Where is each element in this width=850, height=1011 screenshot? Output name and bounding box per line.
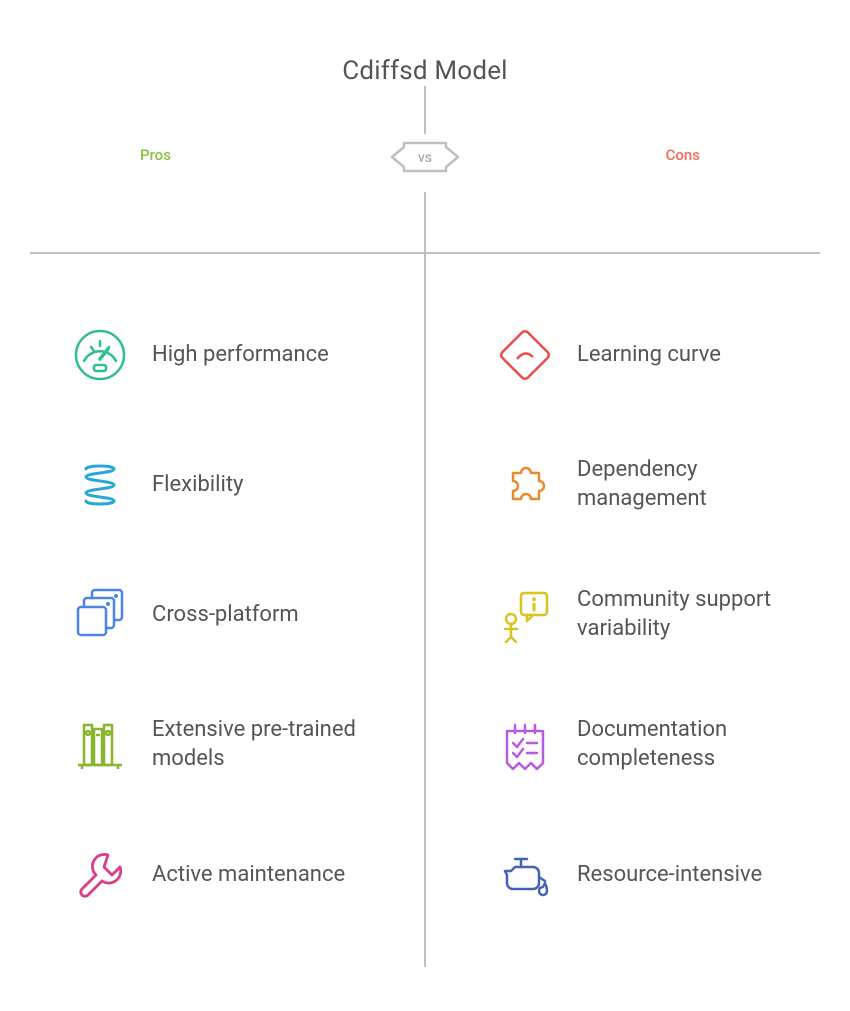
con-item: Dependency management	[495, 420, 810, 550]
windows-icon	[70, 585, 130, 645]
top-connector	[424, 86, 426, 134]
pro-label: Extensive pre-trained models	[152, 716, 382, 773]
pro-item: Flexibility	[70, 420, 385, 550]
con-label: Learning curve	[577, 341, 721, 370]
con-label: Documentation completeness	[577, 716, 807, 773]
pro-label: Flexibility	[152, 471, 243, 500]
cons-header: Cons	[666, 146, 700, 164]
con-label: Community support variability	[577, 586, 807, 643]
pro-label: Active maintenance	[152, 861, 345, 890]
cons-column: Learning curve Dependency management	[425, 290, 850, 940]
puzzle-icon	[495, 455, 555, 515]
books-icon	[70, 715, 130, 775]
con-label: Dependency management	[577, 456, 807, 513]
pro-item: High performance	[70, 290, 385, 420]
con-item: Learning curve	[495, 290, 810, 420]
oil-icon	[495, 845, 555, 905]
warning-icon	[495, 325, 555, 385]
con-item: Documentation completeness	[495, 680, 810, 810]
pro-item: Extensive pre-trained models	[70, 680, 385, 810]
pros-header: Pros	[140, 146, 171, 164]
con-item: Resource-intensive	[495, 810, 810, 940]
pro-item: Cross-platform	[70, 550, 385, 680]
svg-text:vs: vs	[418, 150, 432, 166]
pro-label: High performance	[152, 341, 329, 370]
pro-label: Cross-platform	[152, 601, 299, 630]
con-label: Resource-intensive	[577, 861, 762, 890]
spring-icon	[70, 455, 130, 515]
page-title: Cdiffsd Model	[0, 56, 850, 86]
wrench-icon	[70, 845, 130, 905]
vs-badge: vs	[388, 134, 462, 180]
pros-column: High performance Flexibility	[0, 290, 425, 940]
info-person-icon	[495, 585, 555, 645]
pro-item: Active maintenance	[70, 810, 385, 940]
checklist-icon	[495, 715, 555, 775]
gauge-icon	[70, 325, 130, 385]
con-item: Community support variability	[495, 550, 810, 680]
